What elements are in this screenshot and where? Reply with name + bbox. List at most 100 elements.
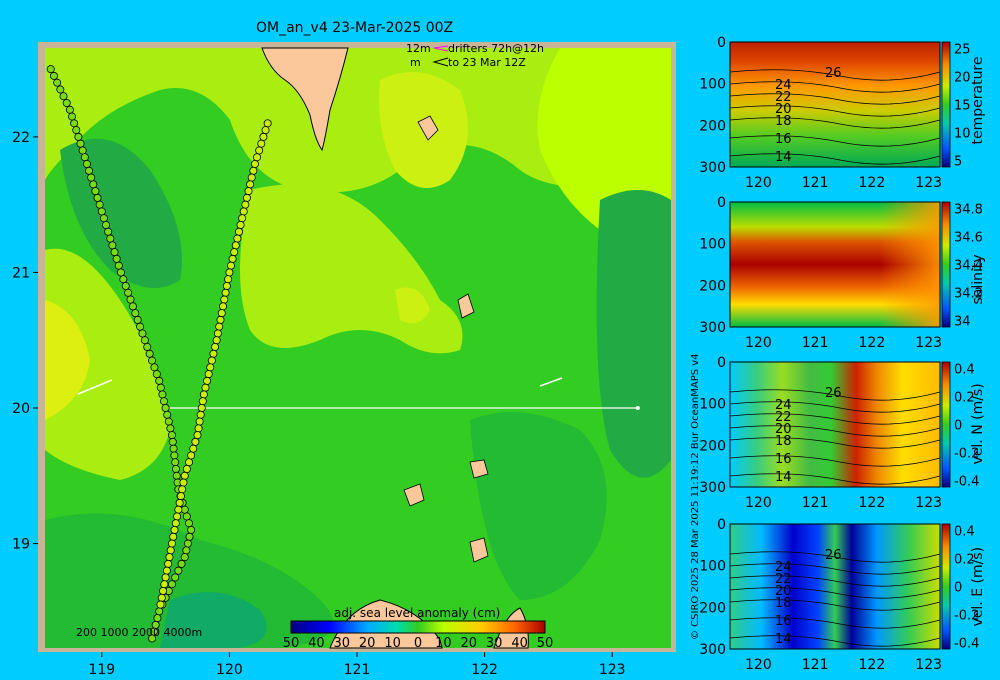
depth-legend: 200 1000 2000 4000m [76,626,203,639]
section-colorbar-tick: 5 [954,154,962,169]
drifter-point [119,275,128,284]
drifter-point [242,193,251,202]
section-xtick-label: 121 [802,335,829,351]
drifter-point [261,126,270,135]
drifter-point [203,376,212,385]
drifter-point [82,159,91,168]
drifter-point [85,166,94,175]
drifter-point [156,383,165,392]
drifter-point [249,166,258,175]
map-ytick-label: 21 [12,265,30,281]
drifter-point [148,356,157,365]
copyright: © CSIRO 2025 28 Mar 2025 11:19:12 Bur Oc… [690,353,701,640]
drifter-point [226,261,235,270]
section-label: temperature [970,57,986,145]
drifter-point [160,580,169,589]
section-xtick-label: 122 [859,495,886,511]
drifter-legend-depth: 12m [406,42,431,55]
drifter-point [187,526,196,535]
drifter-point [68,112,77,121]
section-ytick-label: 100 [699,77,726,93]
drifter-point [230,248,239,257]
section-xtick-label: 123 [915,335,942,351]
drifter-point [145,349,154,358]
drifter-point [187,451,196,460]
drifter-point [212,336,221,345]
drifter-point [91,187,100,196]
section-ytick-label: 200 [699,278,726,294]
drifter-point [143,342,152,351]
drifter-point [199,390,208,399]
section-colorbar-tick: 20 [954,71,971,86]
drifter-point [102,220,111,229]
colorbar-tick-label: 30 [333,636,351,651]
drifter-point [56,85,65,94]
section-colorbar-tick: 0.4 [954,525,975,540]
map-xtick-label: 120 [216,662,243,678]
section-colorbar-tick: 34.8 [954,203,983,218]
drifter-point [169,532,178,541]
drifter-point [108,241,117,250]
section-xtick-label: 121 [802,657,829,673]
drifter-point [114,261,123,270]
drifter-point [175,498,184,507]
section-xtick-label: 121 [802,175,829,191]
section-ytick-label: 300 [699,160,726,176]
map-xtick-label: 122 [471,662,498,678]
drifter-point [159,587,168,596]
drifter-point [169,444,178,453]
drifter-point [220,295,229,304]
drifter-point [236,220,245,229]
drifter-point [162,566,171,575]
drifter-point [106,234,115,243]
drifter-point [49,71,58,80]
drifter-point [255,146,264,155]
contour-label: 16 [775,614,792,629]
drifter-point [193,431,202,440]
section-xtick-label: 120 [745,495,772,511]
colorbar-tick-label: 50 [536,636,554,651]
section-colorbar-tick: -0.4 [954,474,979,489]
contour-label: 26 [825,66,842,81]
drifter-point [150,363,159,372]
drifter-point [163,410,172,419]
drifter-point [76,139,85,148]
drifter-point [213,329,222,338]
drifter-point [172,471,181,480]
drifter-point [157,593,166,602]
drifter-point [46,65,55,74]
drifter-point [241,200,250,209]
section-ytick-label: 0 [717,517,726,533]
colorbar-tick-label: 50 [282,636,300,651]
drifter-point [206,363,215,372]
colorbar-tick-label: 10 [384,636,401,651]
drifter-point [124,288,133,297]
drifter-point [126,295,135,304]
colorbar-tick-label: 10 [435,636,452,651]
drifter-point [171,519,180,528]
contour-label: 18 [775,596,792,611]
section-ytick-label: 0 [717,355,726,371]
drifter-point [246,180,255,189]
drifter-point [182,464,191,473]
drifter-point [234,227,243,236]
section-field-overlay [880,202,940,327]
sla-colorbar [290,620,546,634]
drifter-point [116,268,125,277]
section-ytick-label: 200 [699,438,726,454]
drifter-point [189,444,198,453]
drifter-point [156,600,165,609]
drifter-point [182,546,191,555]
drifter-point [171,458,180,467]
drifter-point [191,437,200,446]
section-field [730,362,940,487]
section-xtick-label: 123 [915,495,942,511]
colorbar-tick-label: 40 [511,636,528,651]
drifter-point [140,336,149,345]
section-xtick-label: 123 [915,657,942,673]
drifter-point [171,573,180,582]
section-field [730,42,940,167]
section-colorbar-tick: 0 [954,419,962,434]
section-ytick-label: 300 [699,480,726,496]
temperature-section: 262422201816140100200300120 121 122 1235101… [699,35,986,191]
